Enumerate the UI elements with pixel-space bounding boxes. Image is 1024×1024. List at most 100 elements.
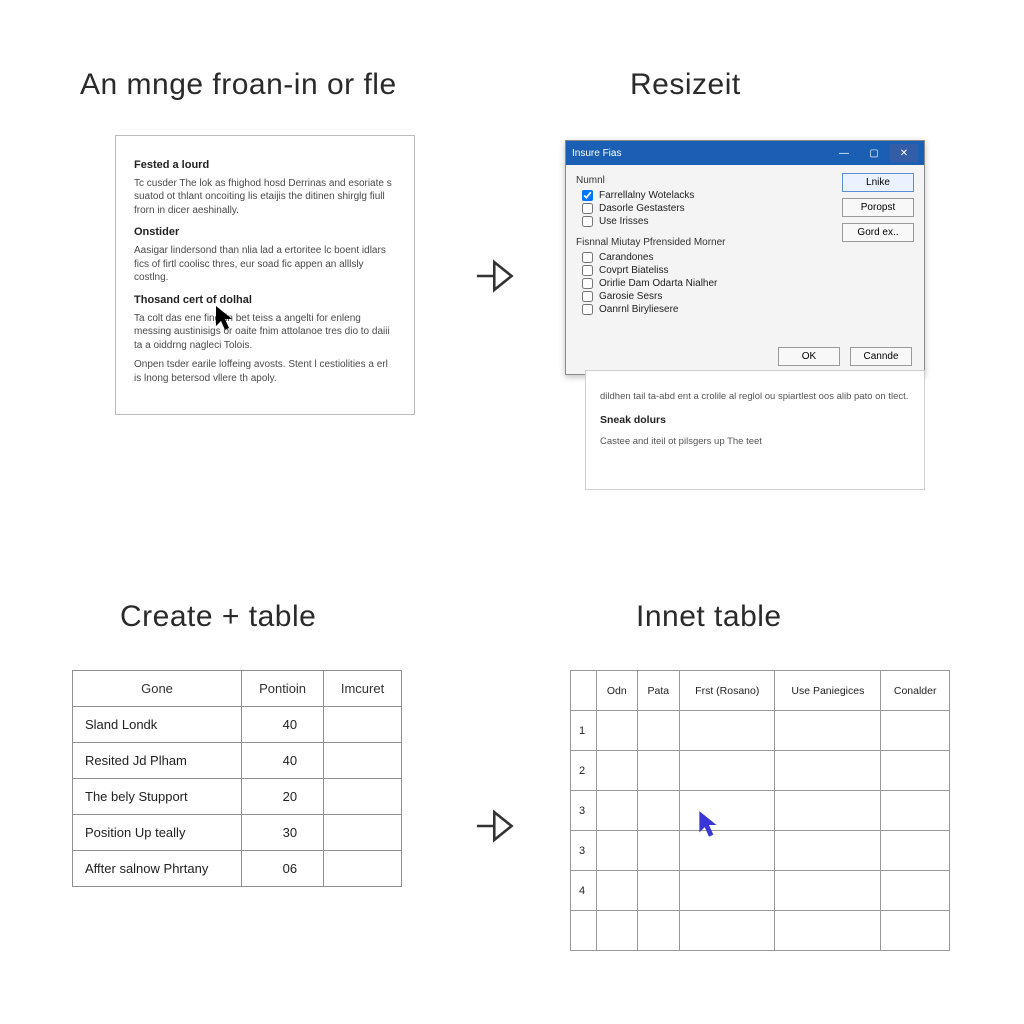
table-cell[interactable] — [597, 791, 638, 831]
group2-option[interactable]: Orirlie Dam Odarta Nialher — [576, 278, 832, 289]
table-header: Frst (Rosano) — [680, 671, 775, 711]
dialog-side-button-2[interactable]: Poropst — [842, 198, 914, 217]
table-cell[interactable]: Affter salnow Phrtany — [73, 851, 242, 887]
table-cell[interactable] — [881, 871, 950, 911]
checkbox[interactable] — [582, 190, 593, 201]
group2-option[interactable]: Carandones — [576, 252, 832, 263]
table-cell[interactable]: The bely Stupport — [73, 779, 242, 815]
table-cell[interactable] — [881, 751, 950, 791]
table-cell[interactable] — [680, 831, 775, 871]
table-cell[interactable] — [597, 871, 638, 911]
table-cell[interactable]: Position Up teally — [73, 815, 242, 851]
checkbox[interactable] — [582, 203, 593, 214]
option-label: Orirlie Dam Odarta Nialher — [599, 278, 717, 289]
table-cell[interactable] — [881, 911, 950, 951]
table-row[interactable]: Resited Jd Plham40 — [73, 743, 402, 779]
table-cell[interactable]: 40 — [242, 743, 324, 779]
dialog-titlebar[interactable]: Insure Fias — ▢ ✕ — [566, 141, 924, 165]
table-header: Pontioin — [242, 671, 324, 707]
group2-option[interactable]: Oanrnl Biryliesere — [576, 304, 832, 315]
table-cell[interactable]: Sland Londk — [73, 707, 242, 743]
row-label: 4 — [571, 871, 597, 911]
table-cell[interactable]: Resited Jd Plham — [73, 743, 242, 779]
checkbox[interactable] — [582, 291, 593, 302]
document-preview[interactable]: Fested a lourd Tc cusder The lok as fhig… — [115, 135, 415, 415]
cancel-button[interactable]: Cannde — [850, 347, 912, 366]
doc-para-2: Aasigar lindersond than nlia lad a ertor… — [134, 244, 396, 285]
table-cell[interactable] — [324, 851, 402, 887]
table-cell[interactable] — [680, 751, 775, 791]
table-cell[interactable] — [637, 871, 680, 911]
table-row[interactable]: 2 — [571, 751, 950, 791]
table-cell[interactable] — [680, 871, 775, 911]
table-row[interactable]: Position Up teally30 — [73, 815, 402, 851]
table-cell[interactable] — [775, 831, 881, 871]
ok-button[interactable]: OK — [778, 347, 840, 366]
table-cell[interactable] — [324, 707, 402, 743]
group2-option[interactable]: Covprt Biateliss — [576, 265, 832, 276]
table-row[interactable]: 4 — [571, 871, 950, 911]
table-cell[interactable] — [775, 711, 881, 751]
table-cell[interactable] — [597, 711, 638, 751]
checkbox[interactable] — [582, 304, 593, 315]
table-cell[interactable]: 20 — [242, 779, 324, 815]
panel4-title: Innet table — [636, 600, 782, 634]
dialog-title: Insure Fias — [572, 148, 621, 159]
maximize-button[interactable]: ▢ — [860, 144, 888, 162]
document-behind-dialog: dildhen tail ta-abd ent a crolile al reg… — [585, 370, 925, 490]
minimize-button[interactable]: — — [830, 144, 858, 162]
checkbox[interactable] — [582, 216, 593, 227]
table-cell[interactable] — [597, 911, 638, 951]
doc-para-1: Tc cusder The lok as fhighod hosd Derrin… — [134, 177, 396, 218]
table-cell[interactable] — [637, 791, 680, 831]
table-cell[interactable] — [597, 831, 638, 871]
table-cell[interactable] — [775, 871, 881, 911]
row-label: 1 — [571, 711, 597, 751]
group1-option[interactable]: Farrellalny Wotelacks — [576, 190, 832, 201]
table-cell[interactable]: 40 — [242, 707, 324, 743]
table-cell[interactable] — [680, 711, 775, 751]
table-cell[interactable] — [881, 711, 950, 751]
table-cell[interactable] — [324, 779, 402, 815]
table-cell[interactable] — [637, 751, 680, 791]
table-row[interactable]: The bely Stupport20 — [73, 779, 402, 815]
create-table[interactable]: GonePontioinImcuret Sland Londk40Resited… — [72, 670, 402, 887]
checkbox[interactable] — [582, 265, 593, 276]
dialog-side-button-3[interactable]: Gord ex.. — [842, 223, 914, 242]
table-cell[interactable]: 30 — [242, 815, 324, 851]
table-row[interactable]: 1 — [571, 711, 950, 751]
table-cell[interactable] — [637, 911, 680, 951]
table-cell[interactable] — [637, 831, 680, 871]
table-header: Imcuret — [324, 671, 402, 707]
table-cell[interactable] — [324, 815, 402, 851]
table-cell[interactable] — [881, 791, 950, 831]
table-cell[interactable] — [680, 911, 775, 951]
table-cell[interactable] — [775, 911, 881, 951]
option-label: Carandones — [599, 252, 653, 263]
checkbox[interactable] — [582, 278, 593, 289]
inner-table[interactable]: OdnPataFrst (Rosano)Use PaniegicesConald… — [570, 670, 950, 951]
table-cell[interactable] — [680, 791, 775, 831]
table-header: Odn — [597, 671, 638, 711]
table-row[interactable]: Affter salnow Phrtany06 — [73, 851, 402, 887]
table-cell[interactable] — [775, 791, 881, 831]
group1-option[interactable]: Dasorle Gestasters — [576, 203, 832, 214]
group2-option[interactable]: Garosie Sesrs — [576, 291, 832, 302]
table-cell[interactable] — [597, 751, 638, 791]
checkbox[interactable] — [582, 252, 593, 263]
table-cell[interactable]: 06 — [242, 851, 324, 887]
table-cell[interactable] — [775, 751, 881, 791]
table-cell[interactable] — [324, 743, 402, 779]
close-button[interactable]: ✕ — [890, 144, 918, 162]
table-row[interactable]: Sland Londk40 — [73, 707, 402, 743]
group1-option[interactable]: Use Irisses — [576, 216, 832, 227]
table-row[interactable]: 3 — [571, 791, 950, 831]
option-label: Farrellalny Wotelacks — [599, 190, 694, 201]
table-row[interactable]: 3 — [571, 831, 950, 871]
table-cell[interactable] — [881, 831, 950, 871]
option-label: Oanrnl Biryliesere — [599, 304, 678, 315]
table-cell[interactable] — [637, 711, 680, 751]
table-row[interactable] — [571, 911, 950, 951]
dialog-side-button-1[interactable]: Lnike — [842, 173, 914, 192]
row-label: 3 — [571, 831, 597, 871]
